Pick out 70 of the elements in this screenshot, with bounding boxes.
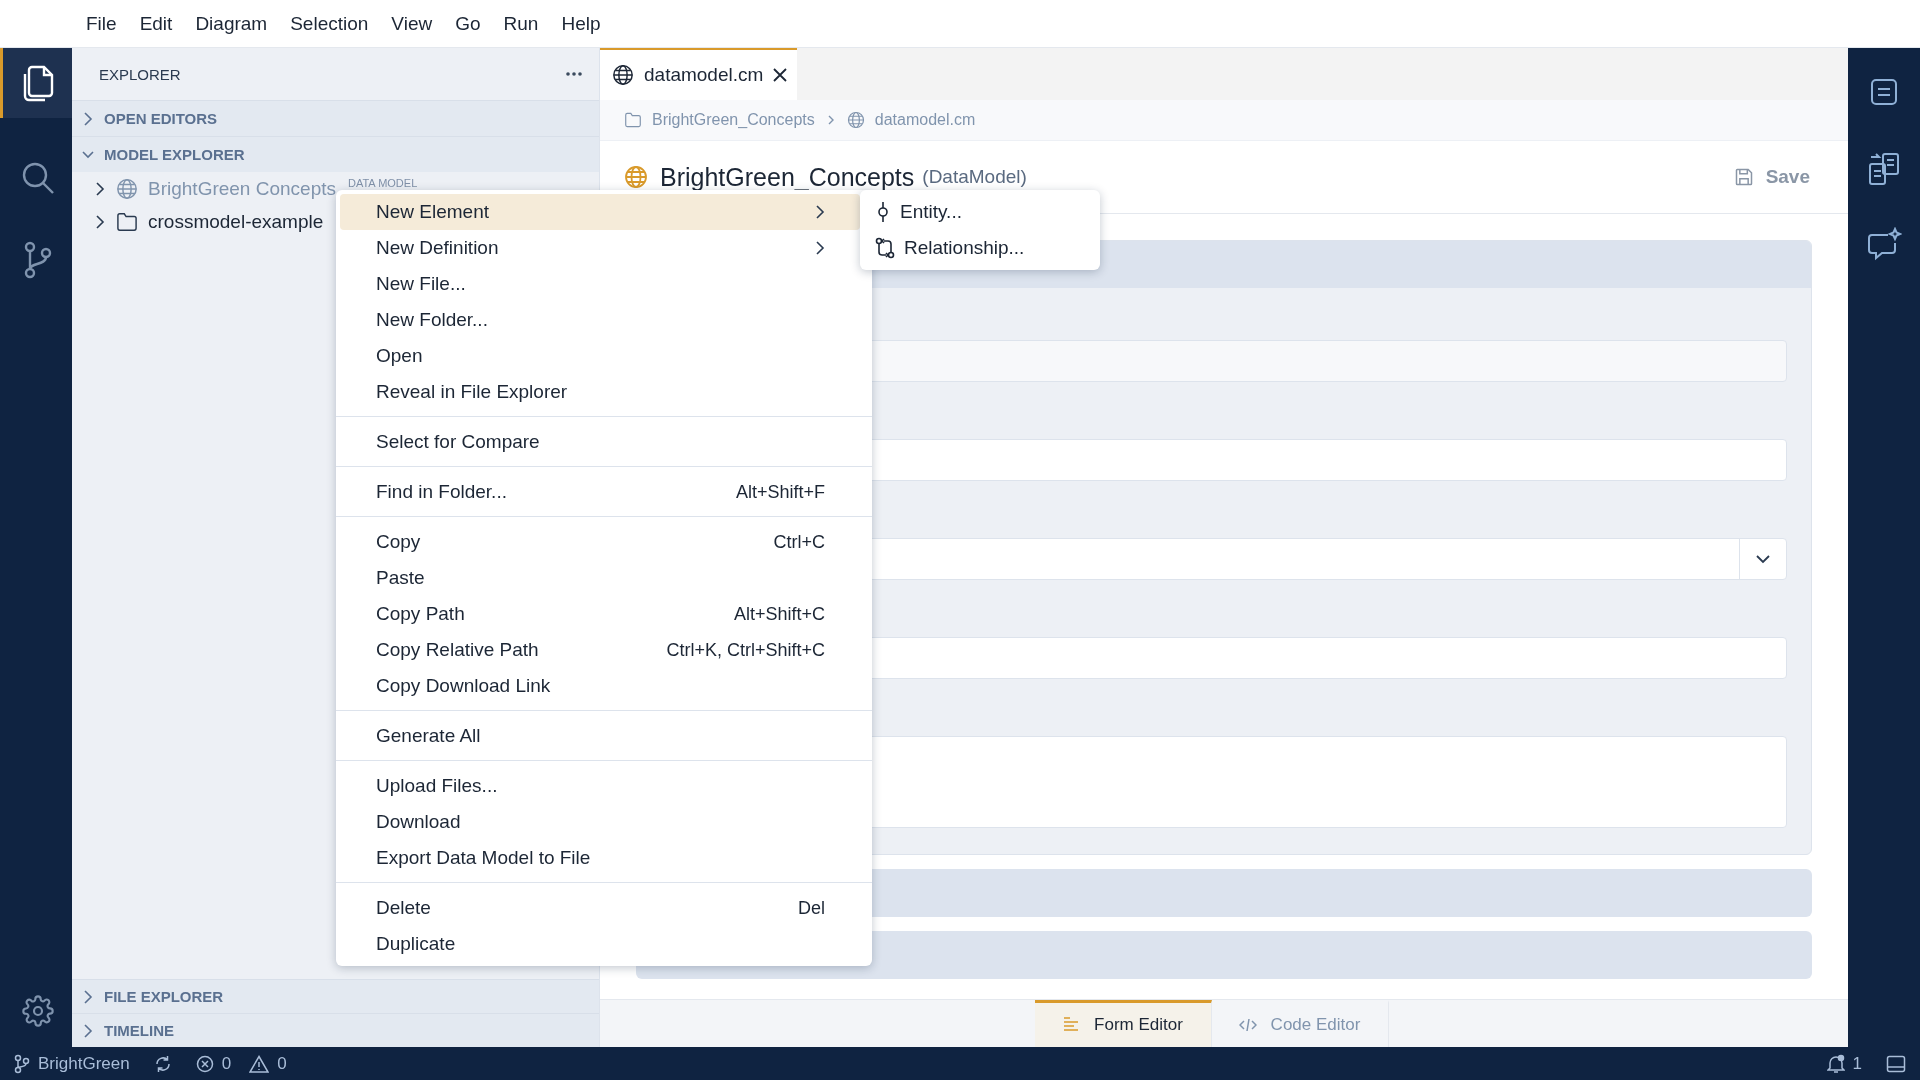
menu-item[interactable]: Export Data Model to File [340,840,860,876]
menu-item[interactable]: New File... [340,266,860,302]
section-header[interactable]: OPEN EDITORS [72,100,599,136]
chat-sparkle-icon [1866,227,1902,261]
layout-icon[interactable] [1886,1054,1906,1073]
relationship-icon [874,237,896,259]
menu-item[interactable]: Find in Folder... Alt+Shift+F [340,474,860,510]
menu-item[interactable]: Edit [139,8,186,39]
menu-item[interactable]: New Definition [340,230,860,266]
folder-icon [624,112,642,128]
more-icon[interactable] [565,71,583,77]
error-count: 0 [221,1053,232,1074]
save-icon [1733,167,1754,187]
menu-item[interactable]: New Element [340,194,860,230]
type-label: DATA MODEL [348,177,418,189]
settings-icon [21,995,54,1027]
editor-tab[interactable]: datamodel.cm [600,48,798,100]
branch-name[interactable]: BrightGreen [38,1053,130,1074]
menu-item[interactable]: Go [455,8,494,39]
source-control-icon [22,241,53,279]
menu-item[interactable]: Copy Path Alt+Shift+C [340,596,860,632]
menu-item[interactable]: Selection [290,8,382,39]
globe-icon [624,165,648,189]
list-icon [1869,77,1899,107]
sync-icon[interactable] [153,1054,172,1073]
menu-item[interactable]: Help [561,8,614,39]
menu-item[interactable]: Upload Files... [340,768,860,804]
activity-button[interactable] [0,48,72,118]
document-icon [1867,150,1901,186]
view-tab[interactable]: Form Editor [1034,1000,1212,1047]
code-icon [1238,1018,1257,1032]
model-type: (DataModel) [922,166,1027,188]
globe-icon [846,111,865,129]
menu-item[interactable]: Open [340,338,860,374]
section-header[interactable]: MODEL EXPLORER [72,136,599,172]
menu-item[interactable]: New Folder... [340,302,860,338]
section-header[interactable]: FILE EXPLORER [72,979,599,1013]
notification-count: 1 [1852,1053,1862,1074]
menu-item[interactable]: Generate All [340,718,860,754]
warning-icon [249,1054,270,1073]
globe-icon [116,177,138,200]
menu-item[interactable]: Download [340,804,860,840]
menu-item[interactable]: Entity... [860,194,1100,230]
model-title: BrightGreen_Concepts [660,162,915,192]
search-icon [20,161,55,195]
menu-item[interactable]: Run [503,8,552,39]
warning-count: 0 [277,1053,287,1074]
chevron-icon [826,114,835,126]
menu-item[interactable]: Paste [340,560,860,596]
error-icon [195,1054,214,1073]
menu-item[interactable]: Duplicate [340,926,860,962]
section-header[interactable]: TIMELINE [72,1013,599,1047]
menu-item[interactable]: Copy Ctrl+C [340,524,860,560]
menu-item[interactable]: Diagram [195,8,281,39]
menu-item[interactable]: Select for Compare [340,424,860,460]
close-icon[interactable] [773,68,788,82]
menu-item[interactable]: View [391,8,446,39]
branch-icon [14,1053,30,1074]
menu-item[interactable]: Reveal in File Explorer [340,374,860,410]
menu-item[interactable]: Copy Download Link [340,668,860,704]
menu-item[interactable]: Relationship... [860,230,1100,266]
menu-item[interactable]: Copy Relative Path Ctrl+K, Ctrl+Shift+C [340,632,860,668]
menu-item[interactable]: Delete Del [340,890,860,926]
chevron-down-icon [1755,554,1771,564]
sidebar-title: EXPLORER [99,65,181,83]
bell-icon[interactable] [1826,1053,1845,1074]
form-icon [1062,1016,1081,1034]
folder-icon [116,211,138,232]
globe-icon [612,64,634,86]
menu-item[interactable]: File [86,8,130,39]
